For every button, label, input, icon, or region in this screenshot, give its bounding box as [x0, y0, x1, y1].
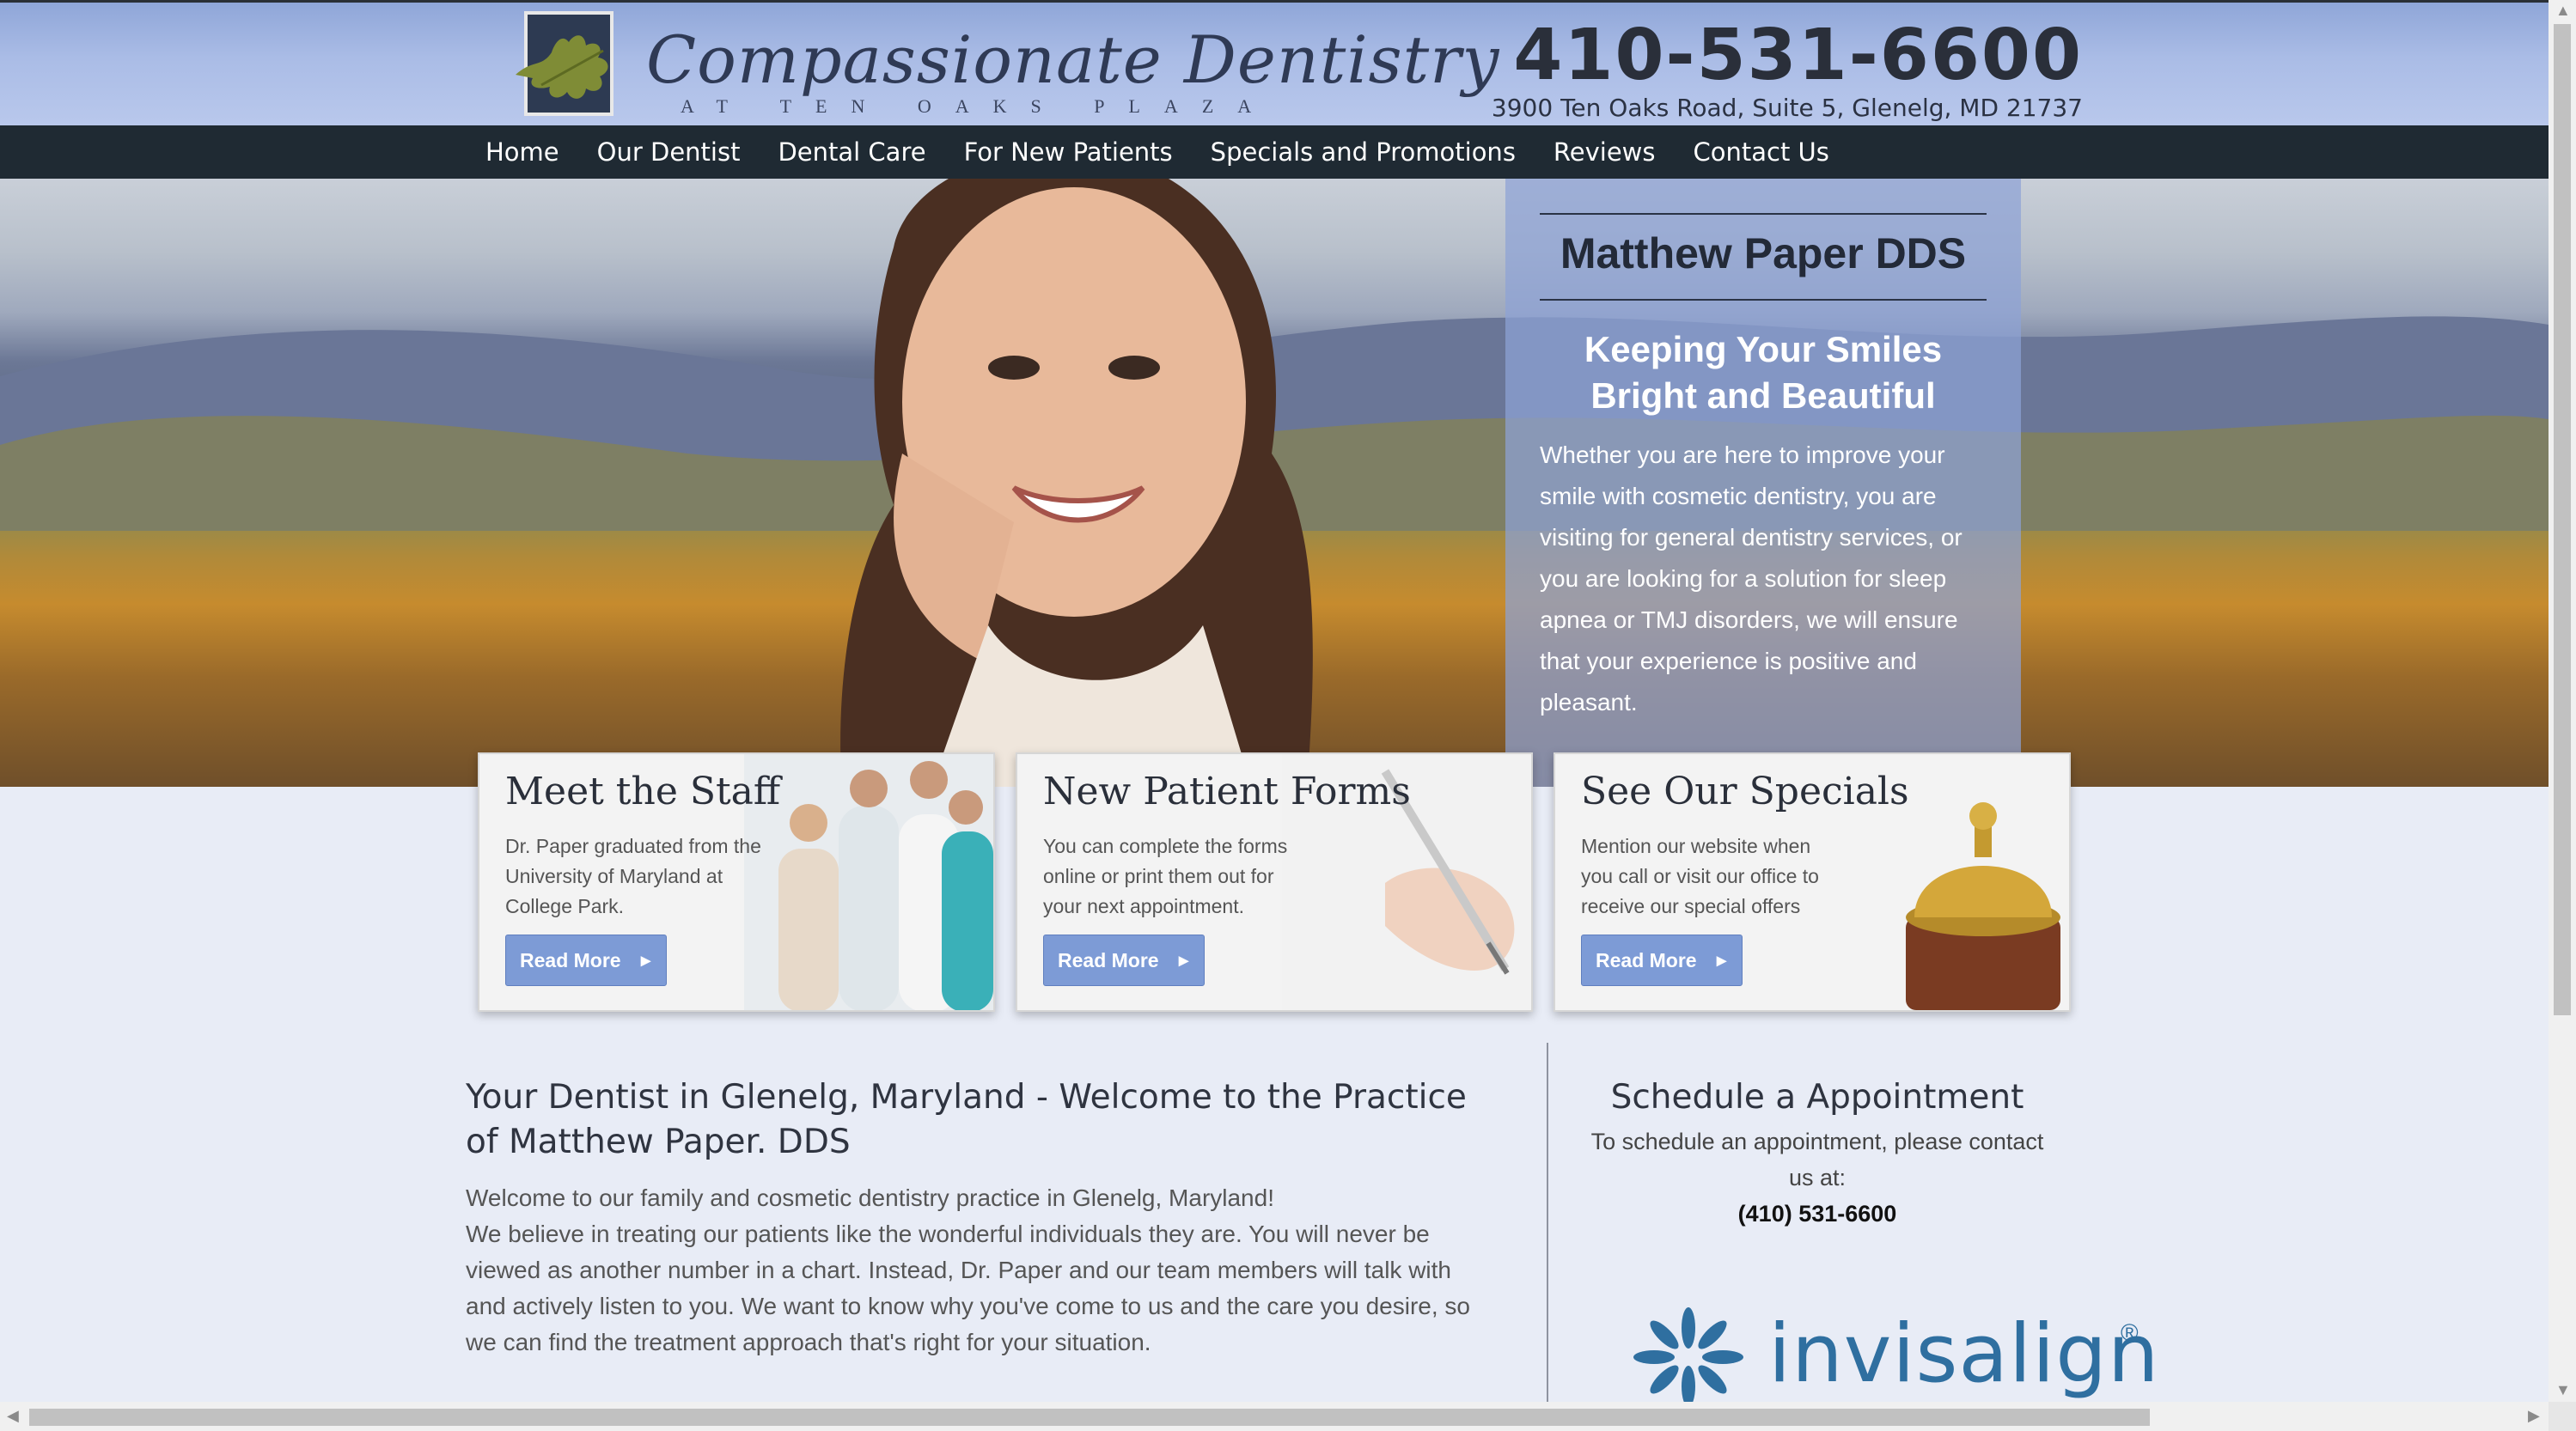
welcome-body: We believe in treating our patients like…	[466, 1221, 1470, 1355]
card-text: Mention our website when you call or vis…	[1581, 835, 1819, 917]
read-more-button[interactable]: Read More ▸	[1043, 935, 1205, 986]
main-nav: Home Our Dentist Dental Care For New Pat…	[0, 125, 2549, 179]
card-new-patient-forms[interactable]: New Patient Forms You can complete the f…	[1016, 752, 1533, 1012]
schedule-text: To schedule an appointment, please conta…	[1590, 1129, 2044, 1190]
page: Compassionate Dentistry AT TEN OAKS PLAZ…	[0, 0, 2549, 1402]
card-title: New Patient Forms	[1043, 770, 1411, 813]
welcome-section: Your Dentist in Glenelg, Maryland - Welc…	[466, 1075, 1480, 1361]
nav-item-dental-care[interactable]: Dental Care	[778, 137, 925, 167]
card-title: Meet the Staff	[505, 770, 781, 813]
card-text: Dr. Paper graduated from the University …	[505, 835, 761, 917]
nav-item-home[interactable]: Home	[485, 137, 559, 167]
welcome-heading: Your Dentist in Glenelg, Maryland - Welc…	[466, 1078, 1467, 1161]
site-logo[interactable]: Compassionate Dentistry AT TEN OAKS PLAZ…	[481, 6, 1499, 123]
scroll-right-arrow-icon[interactable]: ▶	[2528, 1407, 2540, 1425]
nav-item-contact-us[interactable]: Contact Us	[1694, 137, 1829, 167]
hero-dentist-name: Matthew Paper DDS	[1560, 229, 1967, 277]
welcome-intro: Welcome to our family and cosmetic denti…	[466, 1184, 1274, 1211]
smiling-woman-image	[840, 179, 1313, 787]
invisalign-logo[interactable]: invisalign ®	[1624, 1306, 2160, 1402]
scroll-left-arrow-icon[interactable]: ◀	[7, 1407, 19, 1425]
schedule-heading: Schedule a Appointment	[1610, 1078, 2024, 1117]
nav-item-our-dentist[interactable]: Our Dentist	[597, 137, 741, 167]
button-label: Read More	[1596, 949, 1697, 971]
scrollbar-corner	[2549, 1402, 2576, 1431]
schedule-appointment-section: Schedule a Appointment To schedule an ap…	[1590, 1075, 2045, 1232]
staff-group-image	[744, 754, 993, 1010]
logo-title: Compassionate Dentistry	[646, 21, 1500, 98]
panel-rule-top	[1540, 213, 1987, 215]
site-header: Compassionate Dentistry AT TEN OAKS PLAZ…	[0, 0, 2549, 125]
logo-subtitle: AT TEN OAKS PLAZA	[681, 95, 1276, 117]
hero-tagline: Keeping Your Smiles Bright and Beautiful	[1584, 329, 1943, 416]
card-meet-the-staff[interactable]: Meet the Staff Dr. Paper graduated from …	[478, 752, 995, 1012]
horizontal-scrollbar[interactable]: ◀ ▶	[0, 1402, 2549, 1431]
hero-banner: Matthew Paper DDS Keeping Your Smiles Br…	[0, 179, 2549, 787]
panel-rule-bottom	[1540, 299, 1987, 301]
invisalign-wordmark: invisalign	[1768, 1307, 2160, 1401]
chevron-right-icon: ▸	[640, 949, 650, 971]
button-label: Read More	[520, 949, 621, 971]
header-address: 3900 Ten Oaks Road, Suite 5, Glenelg, MD…	[1491, 94, 2083, 122]
nav-item-for-new-patients[interactable]: For New Patients	[964, 137, 1173, 167]
vertical-scrollbar[interactable]: ▲ ▼	[2549, 0, 2576, 1402]
column-divider	[1547, 1043, 1548, 1402]
header-phone[interactable]: 410-531-6600	[1513, 15, 2083, 96]
read-more-button[interactable]: Read More ▸	[505, 935, 667, 986]
scroll-up-arrow-icon[interactable]: ▲	[2555, 2, 2571, 20]
horizontal-scroll-thumb[interactable]	[29, 1409, 2150, 1426]
hero-info-panel: Matthew Paper DDS Keeping Your Smiles Br…	[1505, 179, 2021, 787]
oak-leaf-logo-icon	[516, 11, 613, 116]
nav-item-specials[interactable]: Specials and Promotions	[1211, 137, 1516, 167]
invisalign-star-icon	[1633, 1307, 1743, 1402]
card-see-our-specials[interactable]: See Our Specials Mention our website whe…	[1554, 752, 2071, 1012]
hero-description: Whether you are here to improve your smi…	[1540, 441, 1963, 716]
card-title: See Our Specials	[1581, 770, 1909, 813]
read-more-button[interactable]: Read More ▸	[1581, 935, 1743, 986]
chevron-right-icon: ▸	[1178, 949, 1188, 971]
nav-item-reviews[interactable]: Reviews	[1554, 137, 1656, 167]
card-text: You can complete the forms online or pri…	[1043, 835, 1288, 917]
registered-mark: ®	[2121, 1319, 2139, 1346]
schedule-phone[interactable]: (410) 531-6600	[1590, 1196, 2045, 1232]
scroll-down-arrow-icon[interactable]: ▼	[2555, 1381, 2571, 1399]
chevron-right-icon: ▸	[1716, 949, 1726, 971]
vertical-scroll-thumb[interactable]	[2554, 24, 2571, 1015]
button-label: Read More	[1058, 949, 1159, 971]
